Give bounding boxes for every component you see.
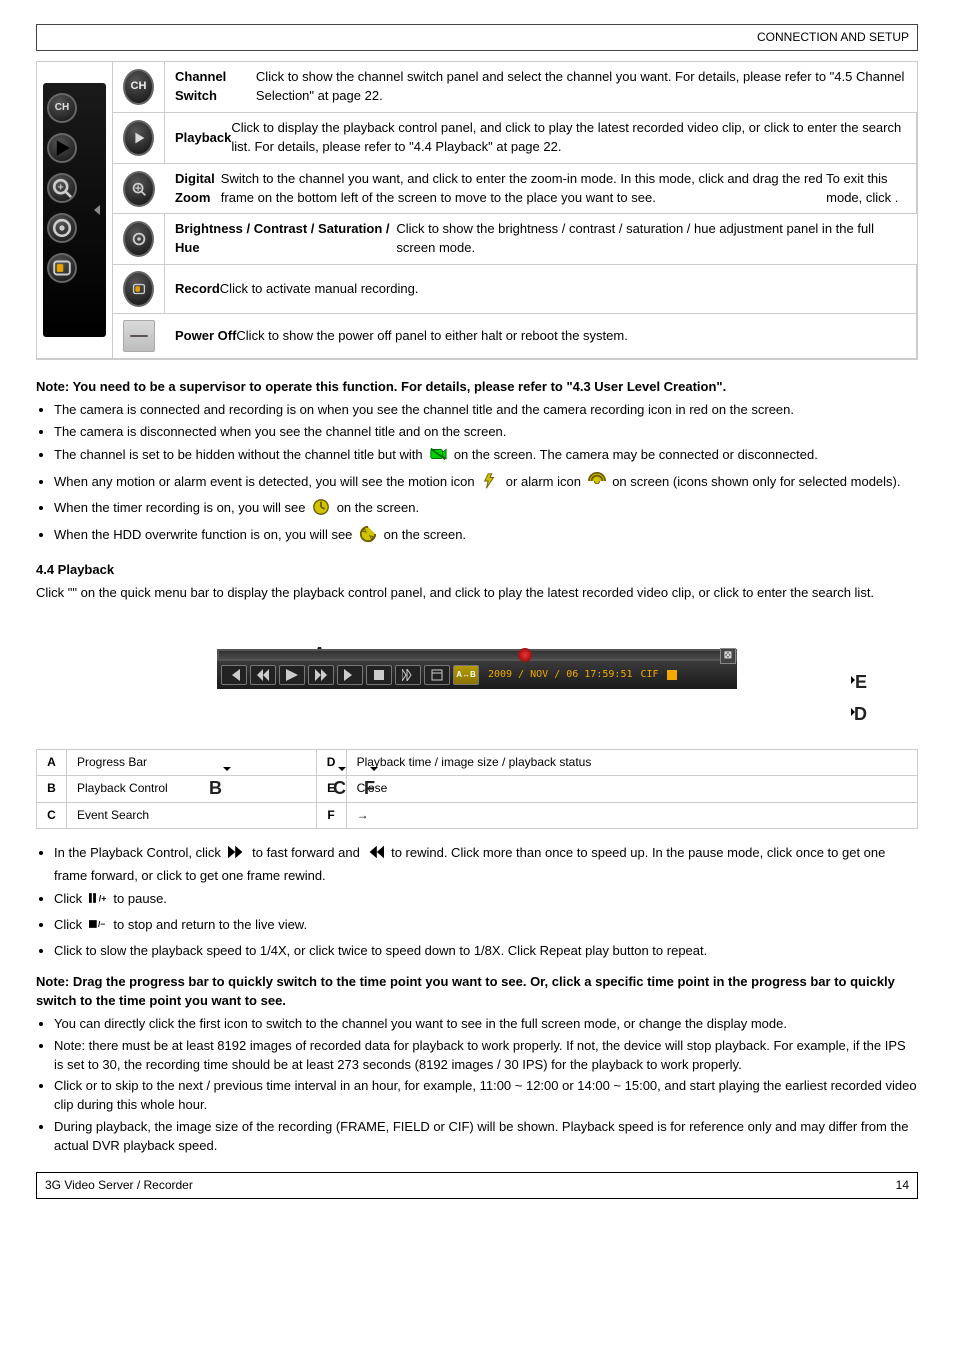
callout-B: B [209, 775, 222, 801]
play-icon [123, 120, 154, 156]
tip-no-icon: The camera is connected and recording is… [54, 401, 918, 420]
note-time-search: Note: Drag the progress bar to quickly s… [36, 973, 918, 1011]
tip-overwrite: When the HDD overwrite function is on, y… [54, 525, 918, 549]
quick-btn-power-off [113, 314, 165, 359]
tamper-icon [429, 445, 447, 469]
motion-icon [481, 472, 499, 496]
prev-icon [221, 665, 247, 685]
svg-text:+: + [58, 183, 64, 194]
quick-btn-brightness [113, 214, 165, 265]
playback-controls: A↔B 2009 / NOV / 06 17:59:51 CIF [217, 661, 737, 689]
tip-ab-repeat: Click to slow the playback speed to 1/4X… [54, 942, 918, 961]
rw-icon [366, 843, 384, 867]
section-camera-status: Note: You need to be a supervisor to ope… [36, 378, 918, 397]
tip-speed-only: During playback, the image size of the r… [54, 1118, 918, 1156]
progress-knob-icon [518, 648, 532, 662]
brightness-icon [123, 221, 154, 257]
desc-power-off: Power Off Click to show the power off pa… [165, 314, 917, 359]
playback-tips-1: In the Playback Control, click to fast f… [54, 843, 918, 961]
quick-btn-record [113, 265, 165, 314]
stop-icon [366, 665, 392, 685]
close-player-icon: ⊠ [720, 648, 736, 664]
tip-ff-rw: In the Playback Control, click to fast f… [54, 843, 918, 886]
overwrite-icon [359, 525, 377, 549]
player-status: 2009 / NOV / 06 17:59:51 CIF [482, 670, 733, 680]
timer-icon [312, 498, 330, 522]
camera-status-list: The camera is connected and recording is… [54, 401, 918, 549]
playback-tips-2: You can directly click the first icon to… [54, 1015, 918, 1156]
zoom-icon [123, 171, 155, 207]
quick-btn-playback [113, 113, 165, 164]
desc-channel-switch: Channel Switch Click to show the channel… [165, 62, 917, 113]
next-icon [337, 665, 363, 685]
fast-forward-icon [308, 665, 334, 685]
quick-btn-channel-switch: CH [113, 62, 165, 113]
repeat-ab-icon: A↔B [453, 665, 479, 685]
fast-rewind-icon [250, 665, 276, 685]
alarm-icon [588, 472, 606, 496]
event-search-icon [424, 665, 450, 685]
play-icon [279, 665, 305, 685]
page: CONNECTION AND SETUP CH + CH Channel Swi… [0, 0, 954, 1215]
svg-text:/−: /− [98, 920, 105, 930]
ff-icon [228, 843, 246, 867]
playback-figure: A B C F E D ⊠ A↔B [127, 649, 827, 689]
header-bar: CONNECTION AND SETUP [36, 24, 918, 51]
section-playback: 4.4 Playback [36, 561, 918, 580]
desc-zoom: Digital Zoom Switch to the channel you w… [165, 164, 917, 215]
ch-icon: CH [123, 69, 154, 105]
callout-F: F [364, 775, 375, 801]
desc-record: Record Click to activate manual recordin… [165, 265, 917, 314]
desc-brightness: Brightness / Contrast / Saturation / Hue… [165, 214, 917, 265]
tip-8192: Note: there must be at least 8192 images… [54, 1037, 918, 1075]
quick-menu-table: CH + CH Channel Switch Click to show the… [36, 61, 918, 360]
record-icon [123, 271, 154, 307]
tip-timer-recording: When the timer recording is on, you will… [54, 498, 918, 522]
quick-btn-zoom [113, 164, 165, 215]
tip-motion-alarm: When any motion or alarm event is detect… [54, 472, 918, 496]
desc-playback: Playback Click to display the playback c… [165, 113, 917, 164]
footer: 3G Video Server / Recorder 14 [36, 1172, 918, 1199]
quick-menu-strip: CH + [37, 62, 113, 359]
tip-stop: Click /− to stop and return to the live … [54, 915, 918, 939]
playback-progress: ⊠ [217, 649, 737, 661]
slow-icon [395, 665, 421, 685]
tip-pause: Click /+ to pause. [54, 889, 918, 913]
power-off-icon [123, 320, 155, 352]
pause-plus-icon: /+ [89, 889, 107, 913]
tip-blank: The camera is disconnected when you see … [54, 423, 918, 442]
stop-minus-icon: /− [89, 915, 107, 939]
svg-text:/+: /+ [98, 893, 106, 903]
callout-C: C [333, 775, 346, 801]
quick-menu-strip-knobs: CH + [43, 83, 106, 337]
tip-switch-channel: You can directly click the first icon to… [54, 1015, 918, 1034]
tip-tamper: The channel is set to be hidden without … [54, 445, 918, 469]
tip-skip-hour: Click or to skip to the next / previous … [54, 1077, 918, 1115]
playback-intro: Click "" on the quick menu bar to displa… [36, 584, 918, 603]
